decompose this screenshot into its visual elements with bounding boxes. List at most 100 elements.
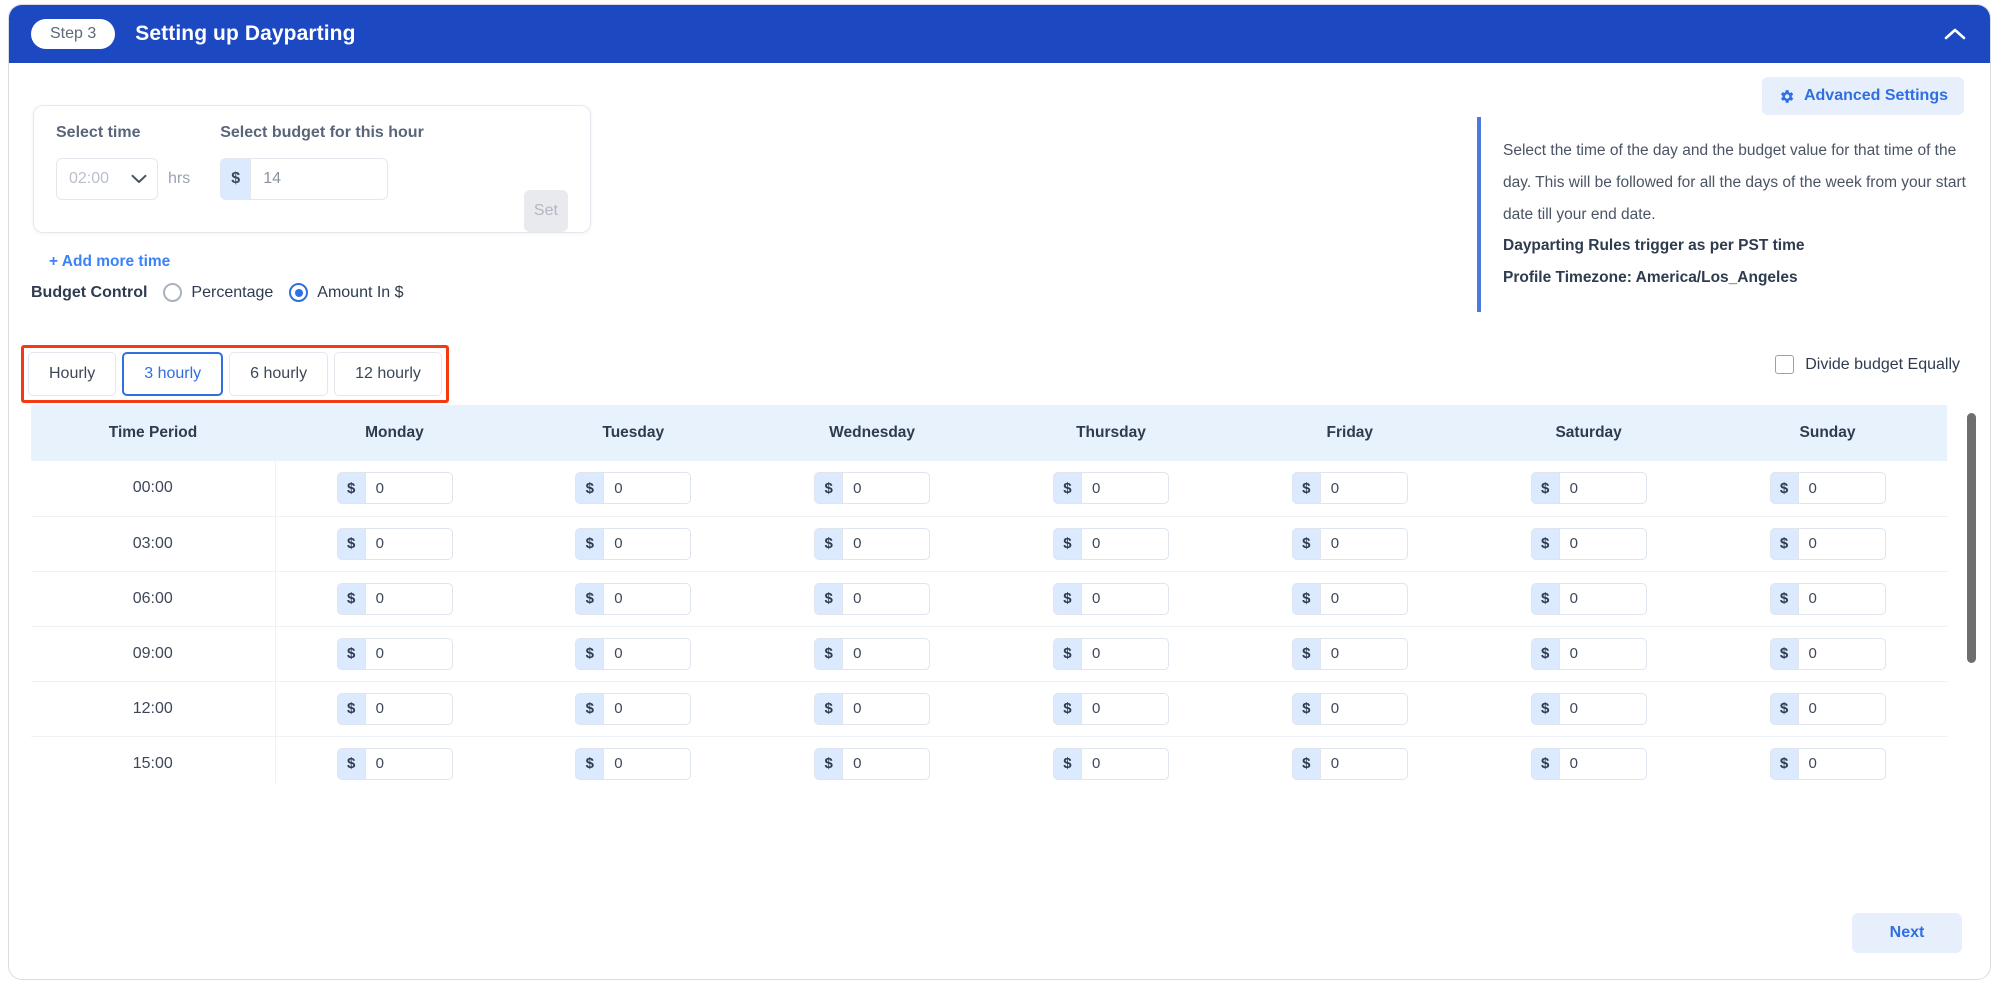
budget-cell-friday: $	[1230, 626, 1470, 682]
tab-12-hourly[interactable]: 12 hourly	[334, 352, 442, 396]
budget-input[interactable]	[603, 582, 692, 615]
budget-input[interactable]	[842, 472, 931, 505]
table-scrollbar[interactable]	[1967, 413, 1976, 778]
add-more-time-link[interactable]: + Add more time	[49, 253, 170, 271]
budget-input[interactable]	[1797, 527, 1886, 560]
budget-input[interactable]	[1319, 472, 1408, 505]
budget-input[interactable]	[1558, 692, 1647, 725]
budget-input[interactable]	[364, 692, 453, 725]
interval-tabs: Hourly 3 hourly 6 hourly 12 hourly	[28, 352, 442, 396]
currency-prefix: $	[814, 747, 843, 780]
budget-input[interactable]	[1797, 747, 1886, 780]
currency-prefix: $	[1052, 472, 1081, 505]
radio-amount-in-dollars[interactable]: Amount In $	[289, 283, 404, 302]
budget-input[interactable]	[364, 637, 453, 670]
budget-cell-wednesday: $	[752, 736, 992, 783]
budget-cell-friday: $	[1230, 571, 1470, 627]
budget-input[interactable]	[1080, 692, 1169, 725]
budget-cell-thursday: $	[991, 736, 1231, 783]
budget-input[interactable]	[1319, 527, 1408, 560]
budget-input[interactable]	[842, 527, 931, 560]
budget-input[interactable]	[1797, 582, 1886, 615]
budget-input[interactable]	[1797, 692, 1886, 725]
budget-input[interactable]	[842, 637, 931, 670]
budget-input[interactable]	[603, 747, 692, 780]
budget-input[interactable]	[1319, 637, 1408, 670]
budget-input[interactable]	[603, 637, 692, 670]
budget-cell-sunday: $	[1708, 516, 1947, 572]
time-period-cell: 06:00	[31, 571, 276, 627]
tab-hourly[interactable]: Hourly	[28, 352, 117, 396]
budget-input[interactable]	[364, 582, 453, 615]
budget-cell-monday: $	[275, 736, 514, 783]
radio-percentage[interactable]: Percentage	[163, 283, 273, 302]
budget-input[interactable]	[1558, 472, 1647, 505]
currency-prefix: $	[1530, 472, 1559, 505]
budget-cell-tuesday: $	[513, 736, 753, 783]
budget-input[interactable]	[842, 747, 931, 780]
currency-prefix: $	[1769, 692, 1798, 725]
budget-input[interactable]	[842, 582, 931, 615]
budget-cell-sunday: $	[1708, 461, 1947, 517]
budget-input[interactable]	[364, 747, 453, 780]
next-button[interactable]: Next	[1852, 913, 1962, 953]
budget-input[interactable]	[1558, 582, 1647, 615]
radio-percentage-label: Percentage	[191, 283, 274, 301]
currency-prefix: $	[575, 472, 604, 505]
currency-prefix: $	[1291, 692, 1320, 725]
budget-input[interactable]	[1558, 637, 1647, 670]
budget-input[interactable]	[1080, 527, 1169, 560]
budget-input[interactable]	[1319, 692, 1408, 725]
budget-cell-monday: $	[275, 626, 514, 682]
currency-prefix: $	[1769, 527, 1798, 560]
budget-input[interactable]	[1080, 472, 1169, 505]
dayparting-table: Time Period Monday Tuesday Wednesday Thursda…	[31, 405, 1947, 783]
budget-input[interactable]	[364, 527, 453, 560]
budget-input[interactable]	[603, 472, 692, 505]
budget-input[interactable]	[1558, 527, 1647, 560]
currency-prefix: $	[814, 582, 843, 615]
divide-budget-equally-checkbox[interactable]: Divide budget Equally	[1775, 355, 1960, 374]
divide-budget-equally-label: Divide budget Equally	[1805, 355, 1960, 373]
budget-cell-tuesday: $	[513, 681, 753, 737]
budget-input[interactable]	[1080, 637, 1169, 670]
budget-cell-friday: $	[1230, 461, 1470, 517]
currency-prefix: $	[1291, 527, 1320, 560]
currency-prefix: $	[814, 472, 843, 505]
advanced-settings-label: Advanced Settings	[1803, 87, 1948, 104]
column-header-wednesday: Wednesday	[752, 405, 992, 461]
time-period-cell: 09:00	[31, 626, 276, 682]
tab-6-hourly[interactable]: 6 hourly	[229, 352, 329, 396]
budget-input[interactable]	[364, 472, 453, 505]
budget-input[interactable]	[1558, 747, 1647, 780]
budget-input[interactable]	[1080, 582, 1169, 615]
budget-input[interactable]	[1319, 582, 1408, 615]
budget-input[interactable]	[250, 158, 389, 200]
currency-prefix: $	[1052, 747, 1081, 780]
budget-cell-friday: $	[1230, 516, 1470, 572]
advanced-settings-button[interactable]: Advanced Settings	[1761, 77, 1964, 115]
budget-cell-thursday: $	[991, 516, 1231, 572]
budget-input[interactable]	[1319, 747, 1408, 780]
tab-3-hourly[interactable]: 3 hourly	[122, 352, 224, 396]
currency-prefix: $	[1291, 637, 1320, 670]
set-button[interactable]: Set	[523, 190, 568, 232]
table-header-row: Time Period Monday Tuesday Wednesday Thursda…	[31, 405, 1947, 461]
budget-input[interactable]	[842, 692, 931, 725]
table-row: 00:00 $ $ $ $ $ $ $	[31, 461, 1947, 517]
budget-cell-tuesday: $	[513, 626, 753, 682]
chevron-up-icon[interactable]	[1938, 17, 1972, 51]
budget-cell-wednesday: $	[752, 571, 992, 627]
currency-prefix: $	[1769, 747, 1798, 780]
budget-input[interactable]	[1797, 637, 1886, 670]
budget-input[interactable]	[603, 692, 692, 725]
table-row: 03:00 $ $ $ $ $ $ $	[31, 516, 1947, 572]
table-row: 06:00 $ $ $ $ $ $ $	[31, 571, 1947, 627]
currency-prefix: $	[1530, 692, 1559, 725]
budget-input[interactable]	[603, 527, 692, 560]
time-select-dropdown[interactable]: 02:00	[56, 158, 158, 200]
table-scrollbar-thumb[interactable]	[1967, 413, 1976, 663]
budget-input[interactable]	[1080, 747, 1169, 780]
column-header-monday: Monday	[275, 405, 514, 461]
budget-input[interactable]	[1797, 472, 1886, 505]
